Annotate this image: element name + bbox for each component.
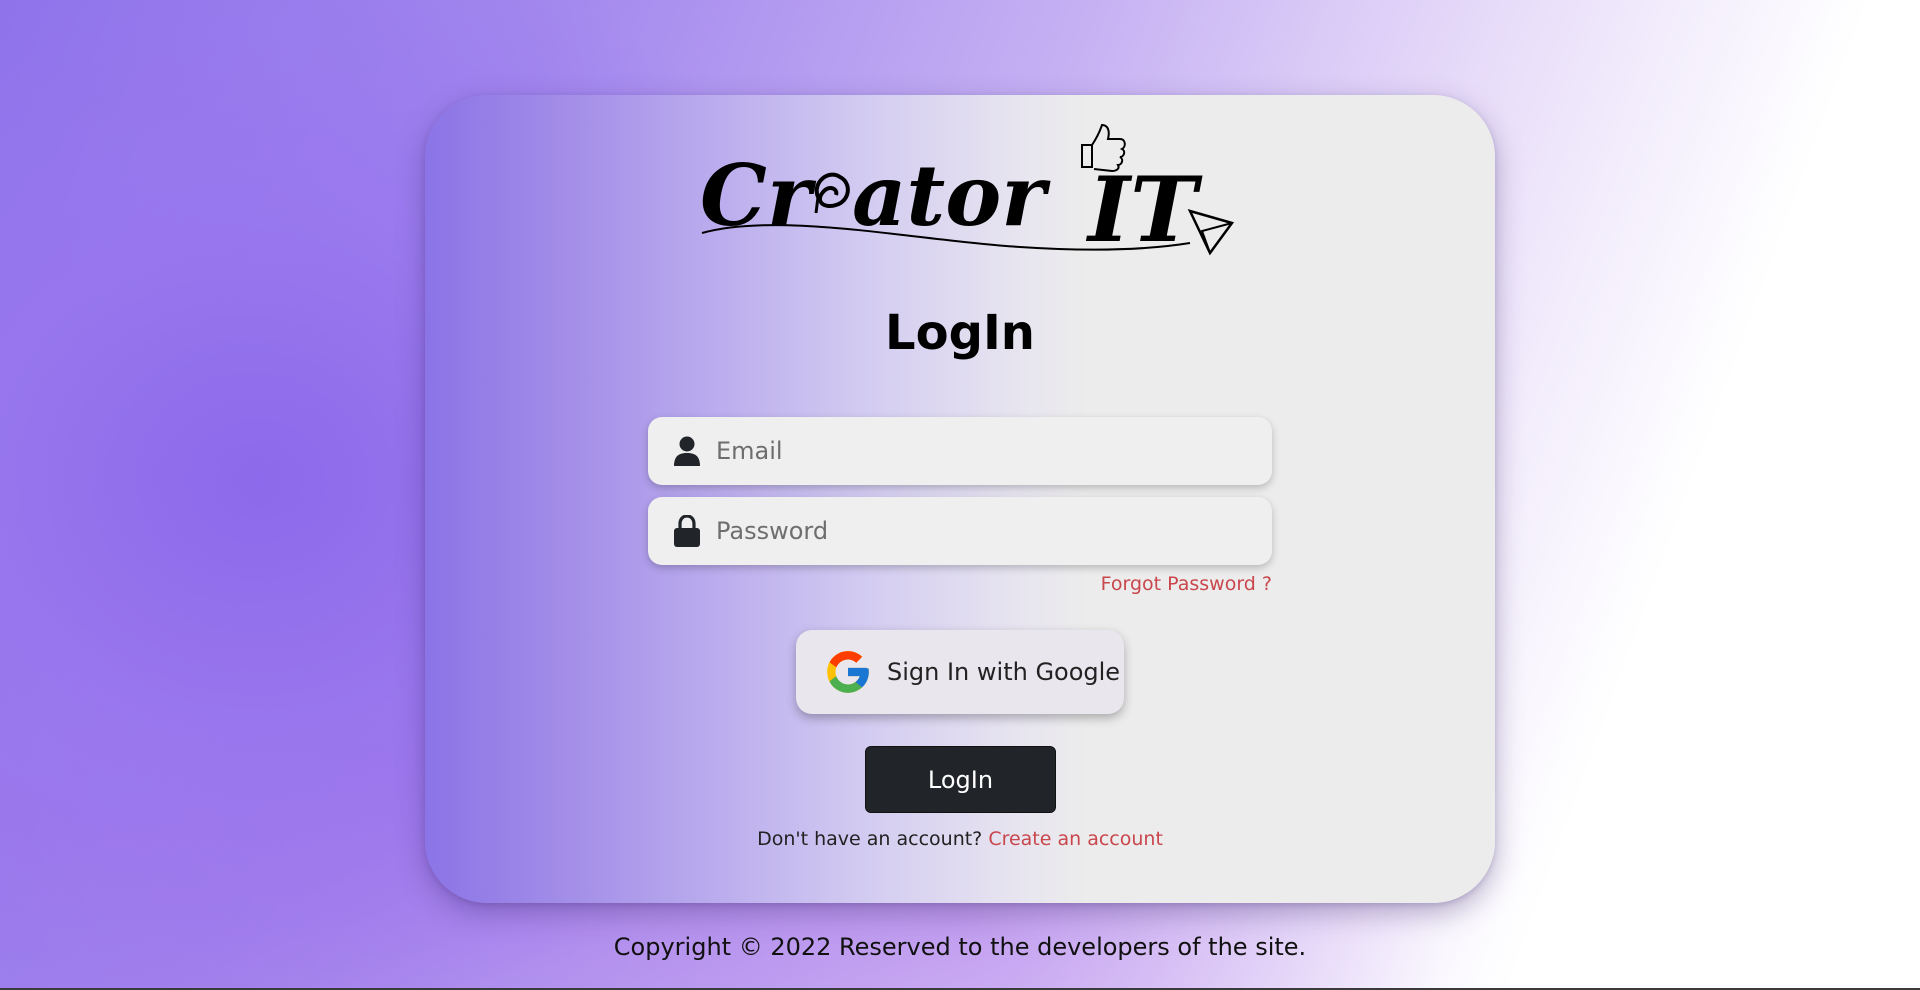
password-input[interactable] [716, 497, 1256, 565]
email-input[interactable] [716, 417, 1256, 485]
google-signin-button[interactable]: Sign In with Google [796, 630, 1124, 714]
creator-it-logo: Cr ator IT [700, 123, 1240, 263]
logo-e-swirl [814, 172, 850, 214]
create-account-link[interactable]: Create an account [988, 828, 1163, 850]
google-icon [827, 651, 869, 693]
signup-prompt-text: Don't have an account? [757, 828, 989, 850]
page-title: LogIn [885, 305, 1035, 361]
google-signin-label: Sign In with Google [887, 658, 1121, 686]
email-field[interactable] [648, 417, 1272, 485]
signup-prompt: Don't have an account? Create an account [425, 828, 1495, 850]
login-button[interactable]: LogIn [865, 746, 1056, 813]
logo-graphic: Cr ator IT [700, 123, 1235, 263]
footer-copyright: Copyright © 2022 Reserved to the develop… [613, 933, 1307, 961]
user-icon [672, 435, 702, 467]
logo-text-ator: ator [852, 146, 1051, 245]
login-card: Cr ator IT LogIn Email Forgot Password ?… [425, 95, 1495, 903]
lock-icon [672, 515, 702, 547]
password-field[interactable] [648, 497, 1272, 565]
forgot-password-link[interactable]: Forgot Password ? [1101, 573, 1272, 595]
